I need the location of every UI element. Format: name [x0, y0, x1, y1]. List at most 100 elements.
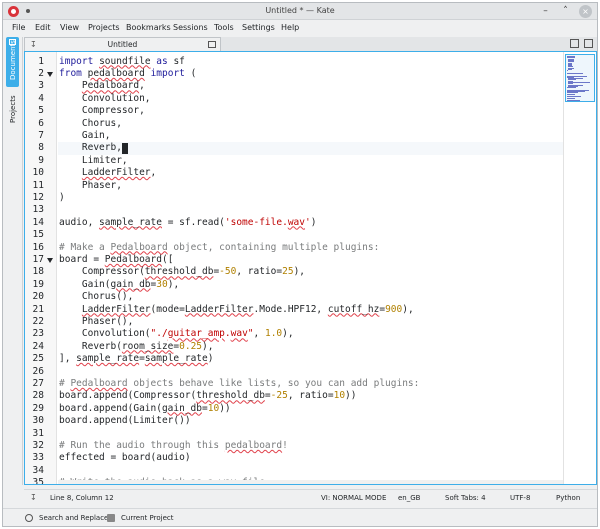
language-select[interactable]: Python	[556, 494, 580, 502]
cursor-position[interactable]: Line 8, Column 12	[50, 494, 114, 502]
menu-sessions[interactable]: Sessions	[173, 23, 208, 32]
line-number: 17	[32, 253, 44, 265]
current-project-button[interactable]: Current Project	[107, 514, 173, 522]
menu-projects[interactable]: Projects	[88, 23, 120, 32]
dictionary-select[interactable]: en_GB	[398, 494, 420, 502]
minimap[interactable]	[563, 52, 596, 484]
code-line: effected = board(audio)	[59, 452, 191, 464]
code-token: )	[207, 353, 214, 365]
code-token: (	[184, 67, 197, 79]
code-token: audio,	[59, 216, 100, 228]
menu-edit[interactable]: Edit	[35, 23, 51, 32]
editor-view[interactable]: 1 2 3 4 5 6 7 8 9 10 11 12 13 14 15 16 17 18 19 20 21 22 23 24 2…	[24, 51, 597, 485]
code-token: Chorus,	[59, 117, 122, 129]
code-token: ([	[161, 253, 174, 265]
line-number: 10	[32, 167, 44, 179]
code-line: from pedalboard import (	[59, 68, 196, 80]
horizontal-scrollbar[interactable]	[58, 480, 563, 484]
code-token: sample_rate	[76, 353, 140, 365]
code-token: board.append(Gain(	[59, 402, 162, 414]
line-number: 2	[38, 67, 44, 79]
code-token: effected = board(audio)	[59, 452, 191, 464]
code-token: , ratio=	[287, 390, 334, 402]
line-number: 21	[32, 303, 44, 315]
code-line: Chorus,	[59, 118, 122, 130]
code-line: Convolution,	[59, 93, 151, 105]
code-token: -50	[219, 266, 237, 278]
code-token: 10	[333, 390, 346, 402]
code-token: Compressor,	[59, 105, 145, 117]
minimize-button[interactable]: –	[539, 5, 552, 18]
code-token: # Make a	[59, 241, 111, 253]
code-token: gain_db	[161, 402, 202, 414]
maximize-button[interactable]: ˄	[559, 5, 572, 18]
code-token: ],	[59, 353, 77, 365]
bottom-tool-bar: Search and Replace Current Project	[3, 508, 597, 526]
code-line: LadderFilter(mode=LadderFilter.Mode.HPF1…	[59, 304, 414, 316]
search-and-replace-button[interactable]: Search and Replace	[25, 514, 108, 522]
code-token: soundfile	[99, 55, 151, 67]
code-line: Reverb,	[59, 142, 122, 154]
line-number: 22	[32, 315, 44, 327]
line-number: 26	[32, 365, 44, 377]
close-button[interactable]: ×	[579, 5, 592, 18]
minimap-line	[568, 69, 573, 70]
code-token: Chorus(),	[59, 291, 134, 303]
menu-settings[interactable]: Settings	[242, 23, 275, 32]
menu-bookmarks[interactable]: Bookmarks	[126, 23, 171, 32]
code-token: room_size	[121, 340, 174, 352]
search-and-replace-label: Search and Replace	[39, 514, 109, 522]
code-token: Phaser,	[59, 179, 122, 191]
line-number: 24	[32, 340, 44, 352]
code-token: Compressor(	[59, 266, 145, 278]
code-token: ,	[150, 167, 157, 179]
menu-view[interactable]: View	[60, 23, 79, 32]
code-line: Pedalboard,	[59, 80, 145, 92]
fold-arrow-icon[interactable]	[47, 257, 53, 263]
sidebar-tab-projects[interactable]: Projects	[6, 95, 19, 125]
menu-tools[interactable]: Tools	[214, 23, 234, 32]
code-token: object, containing multiple plugins:	[167, 241, 380, 253]
line-number: 30	[32, 415, 44, 427]
code-token: Gain,	[59, 129, 111, 141]
project-icon	[107, 514, 115, 522]
code-token: from	[59, 67, 82, 79]
input-mode[interactable]: VI: NORMAL MODE	[321, 494, 386, 502]
code-token: Reverb(	[59, 340, 122, 352]
split-view-icon[interactable]	[570, 39, 579, 48]
code-area[interactable]: import soundfile as sf from pedalboard im…	[59, 52, 559, 485]
code-line: audio, sample_rate = sf.read('some-file.…	[59, 217, 316, 229]
line-number: 19	[32, 278, 44, 290]
menu-file[interactable]: File	[12, 23, 25, 32]
fold-arrow-icon[interactable]	[47, 71, 53, 77]
side-panel: Documents Projects	[3, 37, 23, 485]
line-number: 23	[32, 328, 44, 340]
sidebar-tab-projects-label: Projects	[9, 95, 17, 123]
code-token: import	[150, 67, 185, 79]
line-number: 14	[32, 216, 44, 228]
status-menu-icon[interactable]: ↧	[30, 493, 37, 502]
line-number: 28	[32, 390, 44, 402]
code-token: Pedalboard	[104, 253, 162, 265]
tab-close-icon[interactable]	[208, 41, 216, 48]
sidebar-tab-documents[interactable]: Documents	[6, 37, 19, 87]
menu-help[interactable]: Help	[281, 23, 299, 32]
code-token: sample_rate	[144, 353, 208, 365]
line-number: 11	[32, 179, 44, 191]
tab-label: Untitled	[107, 40, 138, 49]
code-token: 1.0	[264, 328, 283, 340]
code-token: gain_db	[110, 278, 151, 290]
indentation-select[interactable]: Soft Tabs: 4	[445, 494, 486, 502]
tab-untitled[interactable]: ↧ Untitled	[24, 37, 221, 51]
tab-menu-icon[interactable]	[584, 39, 593, 48]
code-token: ,	[139, 80, 145, 92]
code-token: Convolution(	[59, 328, 151, 340]
code-token: Gain(	[59, 278, 111, 290]
code-token: pedalboard	[87, 67, 145, 79]
code-token: LadderFilter	[81, 303, 151, 315]
encoding-select[interactable]: UTF-8	[510, 494, 530, 502]
code-token: Pedalboard	[81, 80, 140, 92]
code-line: Compressor(threshold_db=-50, ratio=25),	[59, 266, 305, 278]
code-line: board.append(Gain(gain_db=10))	[59, 403, 231, 415]
